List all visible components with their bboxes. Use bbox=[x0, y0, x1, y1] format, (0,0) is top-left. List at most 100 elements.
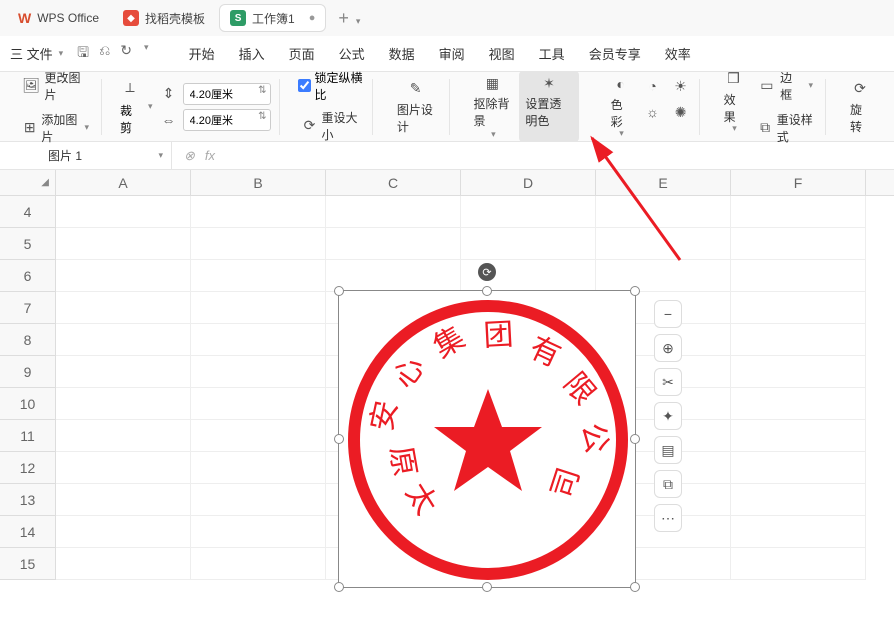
contrast-icon[interactable]: ◔ bbox=[643, 76, 663, 96]
tab-wps-office[interactable]: W WPS Office bbox=[8, 4, 109, 32]
more-button[interactable]: ⋯ bbox=[654, 504, 682, 532]
svg-text:限: 限 bbox=[557, 367, 602, 411]
chevron-down-icon: ▾ bbox=[491, 129, 496, 140]
undo-icon[interactable]: ⎌ bbox=[99, 42, 110, 66]
reset-size-button[interactable]: ⟳ 重设大小 bbox=[298, 107, 364, 145]
chevron-down-icon[interactable]: ▾ bbox=[144, 42, 149, 66]
svg-text:公: 公 bbox=[575, 420, 614, 456]
menu-tools[interactable]: 工具 bbox=[539, 44, 565, 63]
svg-text:团: 团 bbox=[483, 318, 515, 353]
col-header[interactable]: E bbox=[596, 170, 731, 195]
resize-handle[interactable] bbox=[334, 582, 344, 592]
titlebar: W WPS Office ◆ 找稻壳模板 S 工作簿1 ● + ▾ bbox=[0, 0, 894, 36]
col-header[interactable]: B bbox=[191, 170, 326, 195]
row-headers: 4 5 6 7 8 9 10 11 12 13 14 15 bbox=[0, 196, 56, 580]
formula-bar[interactable]: ⊗ fx bbox=[172, 148, 215, 164]
menu-start[interactable]: 开始 bbox=[189, 44, 215, 63]
brightness-up-icon[interactable]: ☀ bbox=[671, 76, 691, 96]
resize-handle[interactable] bbox=[482, 582, 492, 592]
resize-handle[interactable] bbox=[334, 286, 344, 296]
add-tab-button[interactable]: + ▾ bbox=[330, 8, 368, 29]
crop-float-button[interactable]: ✂ bbox=[654, 368, 682, 396]
col-header[interactable]: F bbox=[731, 170, 866, 195]
col-header[interactable]: C bbox=[326, 170, 461, 195]
chevron-down-icon: ▾ bbox=[808, 80, 813, 91]
redo-icon[interactable]: ↻ bbox=[120, 42, 132, 66]
menu-efficiency[interactable]: 效率 bbox=[665, 44, 691, 63]
effect-button[interactable]: ❒ 效果 ▾ bbox=[718, 67, 750, 147]
row-header[interactable]: 13 bbox=[0, 484, 56, 516]
resize-handle[interactable] bbox=[630, 286, 640, 296]
svg-text:有: 有 bbox=[524, 331, 565, 374]
set-transparent-color-button[interactable]: ✶ 设置透明色 bbox=[519, 71, 578, 142]
menu-page[interactable]: 页面 bbox=[289, 44, 315, 63]
tab-label: WPS Office bbox=[37, 11, 99, 25]
menu-data[interactable]: 数据 bbox=[389, 44, 415, 63]
menu-member[interactable]: 会员专享 bbox=[589, 44, 641, 63]
image-float-toolbar: − ⊕ ✂ ✦ ▤ ⧉ ⋯ bbox=[654, 300, 682, 532]
eyedropper-icon: ✶ bbox=[539, 73, 559, 93]
remove-background-button[interactable]: ▦ 抠除背景 ▾ bbox=[468, 71, 518, 142]
row-header[interactable]: 10 bbox=[0, 388, 56, 420]
reset-style-button[interactable]: ⧉ 重设样式 bbox=[754, 109, 817, 147]
row-header[interactable]: 9 bbox=[0, 356, 56, 388]
rotate-button[interactable]: ⟳ 旋转 bbox=[844, 77, 876, 137]
select-all-corner[interactable]: ◢ bbox=[0, 170, 56, 195]
change-picture-button[interactable]: 🖼 更改图片 bbox=[18, 67, 93, 105]
svg-text:太: 太 bbox=[399, 478, 443, 521]
chevron-down-icon: ▾ bbox=[732, 123, 737, 134]
selected-image[interactable]: ⟳ 太 原 安 心 集 团 有 限 公 司 bbox=[338, 290, 636, 588]
row-header[interactable]: 12 bbox=[0, 452, 56, 484]
add-picture-button[interactable]: ⊞ 添加图片 ▾ bbox=[18, 109, 93, 147]
chevron-down-icon[interactable]: ▾ bbox=[148, 101, 153, 112]
menu-view[interactable]: 视图 bbox=[489, 44, 515, 63]
width-icon: ⇔ bbox=[159, 110, 179, 130]
menu-formula[interactable]: 公式 bbox=[339, 44, 365, 63]
layout-button[interactable]: ▤ bbox=[654, 436, 682, 464]
zoom-button[interactable]: ⊕ bbox=[654, 334, 682, 362]
magic-button[interactable]: ✦ bbox=[654, 402, 682, 430]
tab-workbook1[interactable]: S 工作簿1 ● bbox=[219, 4, 326, 32]
cancel-icon[interactable]: ⊗ bbox=[184, 148, 195, 164]
menu-review[interactable]: 审阅 bbox=[439, 44, 465, 63]
resize-handle[interactable] bbox=[482, 286, 492, 296]
col-header[interactable]: D bbox=[461, 170, 596, 195]
reset-icon: ⧉ bbox=[758, 118, 773, 138]
svg-text:原: 原 bbox=[384, 444, 422, 479]
sun-icon[interactable]: ✺ bbox=[671, 102, 691, 122]
border-button[interactable]: ▭ 边框 ▾ bbox=[754, 67, 817, 105]
row-header[interactable]: 11 bbox=[0, 420, 56, 452]
resize-handle[interactable] bbox=[334, 434, 344, 444]
plus-icon: + bbox=[338, 8, 349, 28]
file-menu[interactable]: 三 文件 ▾ bbox=[10, 44, 63, 63]
row-header[interactable]: 14 bbox=[0, 516, 56, 548]
collapse-button[interactable]: − bbox=[654, 300, 682, 328]
save-icon[interactable]: 🖫 bbox=[77, 42, 89, 66]
row-header[interactable]: 8 bbox=[0, 324, 56, 356]
row-header[interactable]: 7 bbox=[0, 292, 56, 324]
row-header[interactable]: 5 bbox=[0, 228, 56, 260]
menu-insert[interactable]: 插入 bbox=[239, 44, 265, 63]
chevron-down-icon: ▾ bbox=[158, 150, 163, 161]
rotate-icon: ⟳ bbox=[850, 79, 870, 99]
chevron-down-icon: ▾ bbox=[84, 122, 89, 133]
row-header[interactable]: 15 bbox=[0, 548, 56, 580]
row-header[interactable]: 4 bbox=[0, 196, 56, 228]
resize-handle[interactable] bbox=[630, 434, 640, 444]
wps-logo-icon: W bbox=[18, 10, 31, 26]
brightness-down-icon[interactable]: ☼ bbox=[643, 102, 663, 122]
lock-ratio-checkbox[interactable]: 锁定纵横比 bbox=[298, 69, 364, 103]
color-button[interactable]: ◐ 色彩 ▾ bbox=[605, 72, 637, 141]
rotate-handle[interactable]: ⟳ bbox=[478, 263, 496, 281]
picture-design-button[interactable]: ✎ 图片设计 bbox=[391, 77, 441, 137]
crop-button[interactable]: 裁剪 bbox=[120, 102, 140, 136]
col-header[interactable]: A bbox=[56, 170, 191, 195]
tab-docer-template[interactable]: ◆ 找稻壳模板 bbox=[113, 4, 215, 32]
row-header[interactable]: 6 bbox=[0, 260, 56, 292]
copy-button[interactable]: ⧉ bbox=[654, 470, 682, 498]
height-input[interactable] bbox=[183, 83, 271, 105]
reset-size-icon: ⟳ bbox=[302, 116, 318, 136]
resize-handle[interactable] bbox=[630, 582, 640, 592]
name-box[interactable]: 图片 1 ▾ bbox=[12, 142, 172, 169]
width-input[interactable] bbox=[183, 109, 271, 131]
